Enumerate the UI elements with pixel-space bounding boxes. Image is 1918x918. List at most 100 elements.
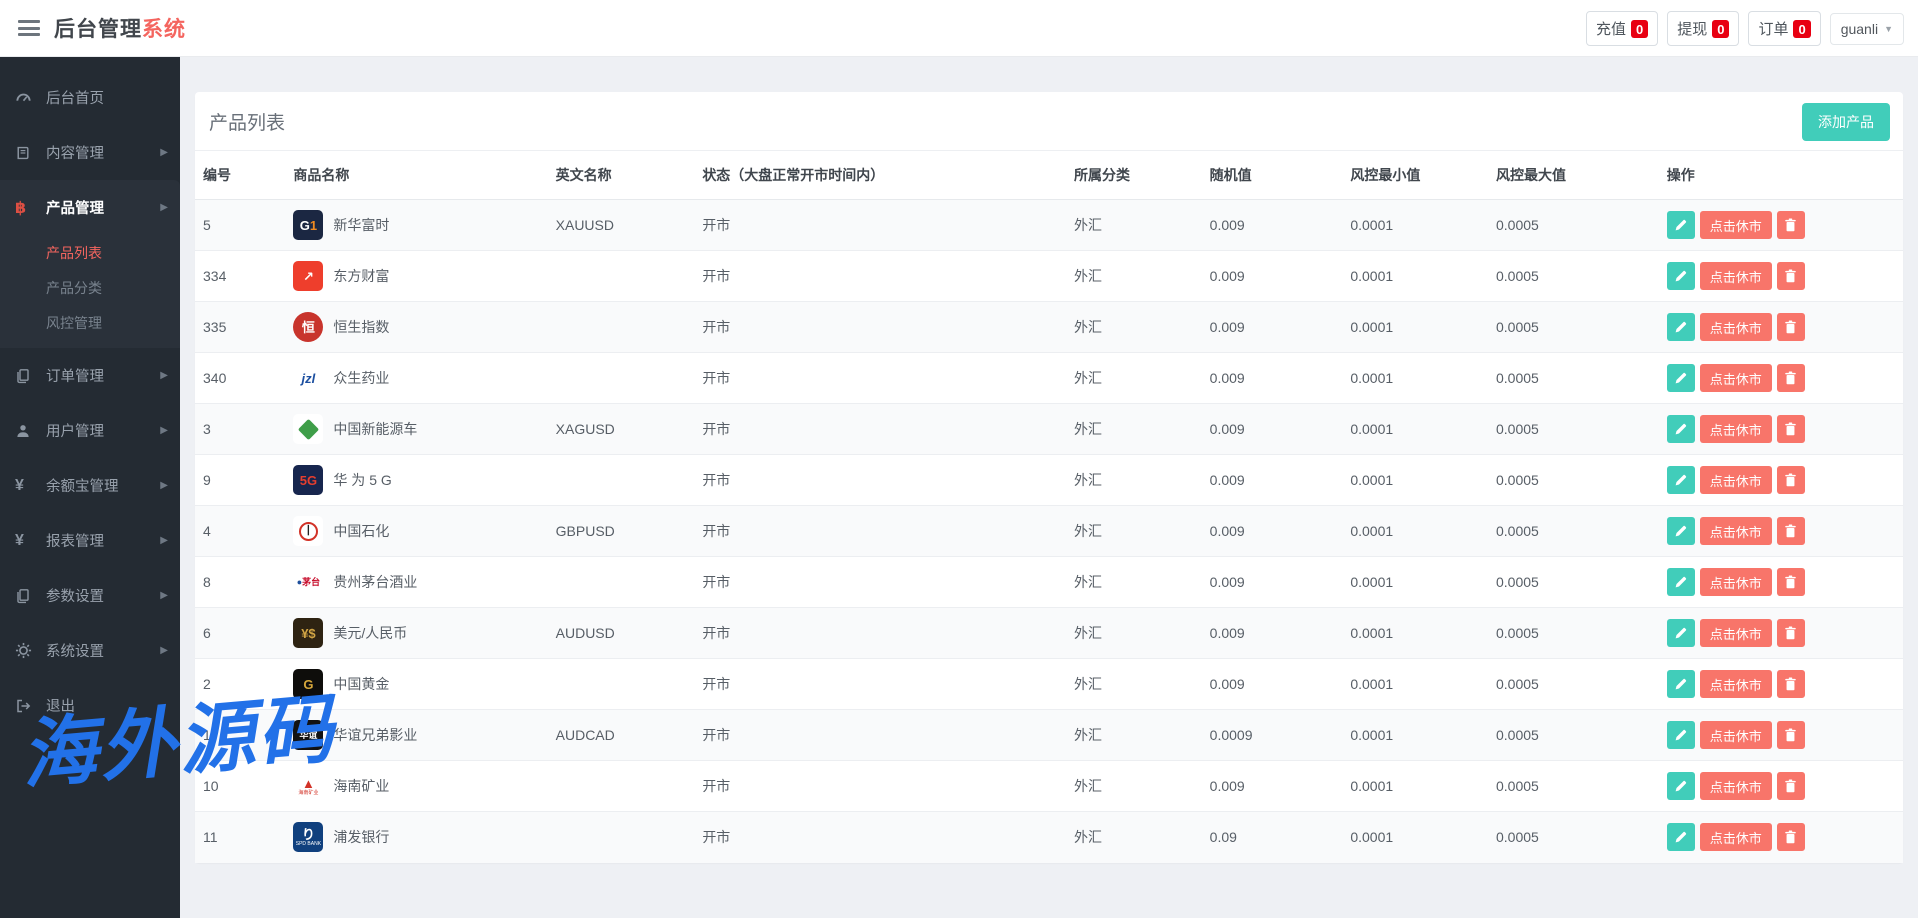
row-risk-min: 0.0001 (1342, 812, 1488, 863)
edit-button[interactable] (1667, 670, 1695, 698)
edit-button[interactable] (1667, 466, 1695, 494)
table-row: 334↗东方财富开市外汇0.0090.00010.0005点击休市 (195, 251, 1903, 302)
pencil-icon (1674, 780, 1687, 793)
row-status: 开市 (694, 608, 1066, 659)
sidebar-subitem-产品列表[interactable]: 产品列表 (0, 235, 180, 270)
row-random-value: 0.009 (1202, 659, 1343, 710)
sidebar-item-系统设置[interactable]: 系统设置▶ (0, 623, 180, 678)
row-category: 外汇 (1066, 710, 1202, 761)
sidebar-subitem-风控管理[interactable]: 风控管理 (0, 305, 180, 340)
stat-button-提现[interactable]: 提现0 (1667, 11, 1739, 46)
row-product-name-cell: ¥$美元/人民币 (285, 608, 547, 659)
sidebar-item-余额宝管理[interactable]: ¥余额宝管理▶ (0, 458, 180, 513)
files-icon (15, 588, 39, 604)
row-risk-min: 0.0001 (1342, 200, 1488, 251)
row-actions: 点击休市 (1659, 761, 1903, 812)
sidebar-subitem-产品分类[interactable]: 产品分类 (0, 270, 180, 305)
edit-button[interactable] (1667, 415, 1695, 443)
sidebar-item-报表管理[interactable]: ¥报表管理▶ (0, 513, 180, 568)
sidebar-item-label: 余额宝管理 (46, 475, 119, 496)
row-id: 3 (195, 404, 285, 455)
chevron-right-icon: ▶ (160, 645, 168, 656)
trash-icon (1784, 320, 1797, 334)
row-en-name (548, 557, 695, 608)
row-id: 11 (195, 812, 285, 863)
close-market-button[interactable]: 点击休市 (1700, 211, 1772, 239)
column-header: 英文名称 (548, 151, 695, 200)
trash-icon (1784, 728, 1797, 742)
delete-button[interactable] (1777, 823, 1805, 851)
sidebar-item-后台首页[interactable]: 后台首页 (0, 70, 180, 125)
edit-button[interactable] (1667, 313, 1695, 341)
delete-button[interactable] (1777, 262, 1805, 290)
sidebar-item-label: 退出 (46, 695, 75, 716)
close-market-button[interactable]: 点击休市 (1700, 721, 1772, 749)
close-market-button[interactable]: 点击休市 (1700, 466, 1772, 494)
row-status: 开市 (694, 557, 1066, 608)
row-product-name-cell: G1新华富时 (285, 200, 547, 251)
sidebar-item-用户管理[interactable]: 用户管理▶ (0, 403, 180, 458)
sidebar-item-产品管理[interactable]: ฿产品管理▶ (0, 180, 180, 235)
sidebar-item-订单管理[interactable]: 订单管理▶ (0, 348, 180, 403)
close-market-button[interactable]: 点击休市 (1700, 568, 1772, 596)
sidebar-item-参数设置[interactable]: 参数设置▶ (0, 568, 180, 623)
row-status: 开市 (694, 353, 1066, 404)
delete-button[interactable] (1777, 721, 1805, 749)
close-market-button[interactable]: 点击休市 (1700, 262, 1772, 290)
table-row: 340jzl众生药业开市外汇0.0090.00010.0005点击休市 (195, 353, 1903, 404)
delete-button[interactable] (1777, 466, 1805, 494)
row-product-name: 美元/人民币 (333, 623, 407, 643)
user-dropdown[interactable]: guanli ▼ (1830, 13, 1904, 45)
chevron-down-icon: ▼ (1884, 24, 1893, 34)
delete-button[interactable] (1777, 619, 1805, 647)
edit-button[interactable] (1667, 568, 1695, 596)
app-title-accent: 系统 (142, 18, 186, 41)
delete-button[interactable] (1777, 670, 1805, 698)
delete-button[interactable] (1777, 568, 1805, 596)
stat-count-badge: 0 (1793, 20, 1810, 38)
close-market-button[interactable]: 点击休市 (1700, 313, 1772, 341)
hamburger-menu-icon[interactable] (18, 20, 40, 36)
sidebar-item-退出[interactable]: 退出 (0, 678, 180, 733)
edit-button[interactable] (1667, 823, 1695, 851)
row-id: 4 (195, 506, 285, 557)
navbar-right-group: 充值0 提现0 订单0 guanli ▼ (1586, 0, 1904, 57)
edit-button[interactable] (1667, 721, 1695, 749)
delete-button[interactable] (1777, 211, 1805, 239)
edit-button[interactable] (1667, 262, 1695, 290)
stat-button-订单[interactable]: 订单0 (1748, 11, 1820, 46)
close-market-button[interactable]: 点击休市 (1700, 619, 1772, 647)
row-risk-min: 0.0001 (1342, 506, 1488, 557)
row-risk-max: 0.0005 (1488, 557, 1659, 608)
edit-button[interactable] (1667, 619, 1695, 647)
edit-button[interactable] (1667, 364, 1695, 392)
edit-button[interactable] (1667, 772, 1695, 800)
delete-button[interactable] (1777, 517, 1805, 545)
row-product-name: 众生药业 (333, 368, 389, 388)
close-market-button[interactable]: 点击休市 (1700, 670, 1772, 698)
row-id: 335 (195, 302, 285, 353)
delete-button[interactable] (1777, 313, 1805, 341)
close-market-button[interactable]: 点击休市 (1700, 517, 1772, 545)
stat-button-充值[interactable]: 充值0 (1586, 11, 1658, 46)
delete-button[interactable] (1777, 772, 1805, 800)
edit-button[interactable] (1667, 517, 1695, 545)
close-market-button[interactable]: 点击休市 (1700, 823, 1772, 851)
sidebar-item-label: 报表管理 (46, 530, 104, 551)
delete-button[interactable] (1777, 415, 1805, 443)
sidebar-item-内容管理[interactable]: 内容管理▶ (0, 125, 180, 180)
trash-icon (1784, 218, 1797, 232)
huawei-5g-logo: 5G (293, 465, 323, 495)
close-market-button[interactable]: 点击休市 (1700, 772, 1772, 800)
delete-button[interactable] (1777, 364, 1805, 392)
row-status: 开市 (694, 506, 1066, 557)
yen-icon: ¥ (15, 532, 39, 550)
row-actions: 点击休市 (1659, 302, 1903, 353)
row-en-name (548, 812, 695, 863)
column-header: 编号 (195, 151, 285, 200)
edit-button[interactable] (1667, 211, 1695, 239)
row-risk-min: 0.0001 (1342, 455, 1488, 506)
add-product-button[interactable]: 添加产品 (1802, 103, 1890, 141)
close-market-button[interactable]: 点击休市 (1700, 415, 1772, 443)
close-market-button[interactable]: 点击休市 (1700, 364, 1772, 392)
